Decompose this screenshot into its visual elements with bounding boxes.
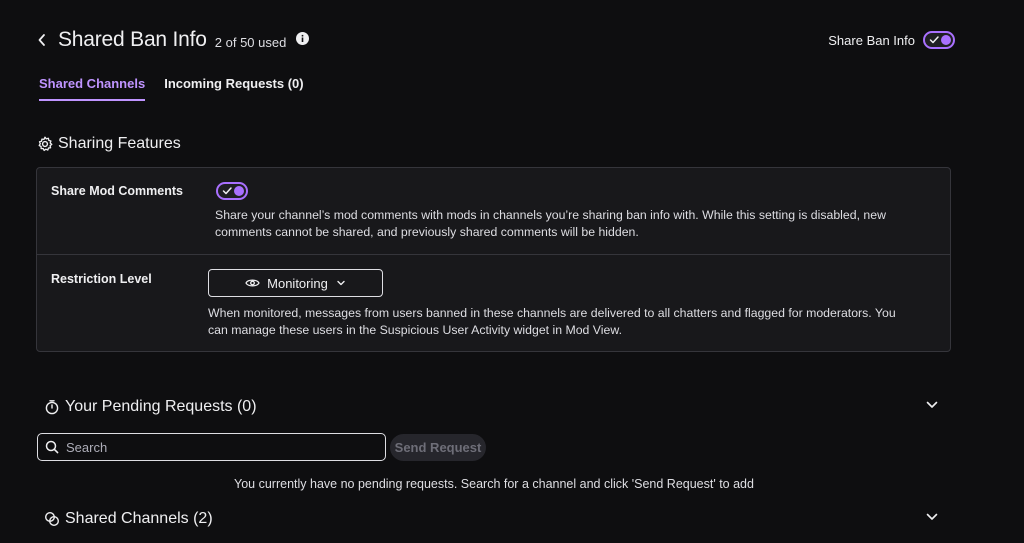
share-mod-comments-label: Share Mod Comments xyxy=(51,184,183,198)
toggle-knob xyxy=(234,186,244,196)
pending-requests-collapse-button[interactable] xyxy=(926,401,938,409)
usage-count: 2 of 50 used xyxy=(214,34,287,50)
share-mod-comments-toggle[interactable] xyxy=(216,182,248,200)
page-title: Shared Ban Info xyxy=(58,28,207,51)
shared-ban-info-page: Shared Ban Info 2 of 50 used Share Ban I… xyxy=(0,0,1024,543)
share-ban-info-label: Share Ban Info xyxy=(828,32,915,48)
restriction-level-dropdown[interactable]: Monitoring xyxy=(208,269,383,297)
share-mod-comments-row: Share Mod Comments Share your channel’s … xyxy=(37,168,950,255)
share-mod-comments-description: Share your channel’s mod comments with m… xyxy=(215,207,935,241)
link-icon xyxy=(44,511,60,527)
sharing-features-title: Sharing Features xyxy=(58,135,181,152)
send-request-button[interactable]: Send Request xyxy=(390,434,486,461)
info-icon[interactable] xyxy=(295,32,309,46)
search-icon xyxy=(45,440,59,454)
tab-incoming-requests[interactable]: Incoming Requests (0) xyxy=(164,76,303,100)
page-header: Shared Ban Info 2 of 50 used xyxy=(34,26,309,54)
search-input[interactable] xyxy=(66,439,366,455)
tab-shared-channels[interactable]: Shared Channels xyxy=(39,76,146,101)
chevron-left-icon xyxy=(38,34,45,46)
timer-icon xyxy=(44,399,60,415)
share-ban-info-toggle[interactable] xyxy=(923,31,955,49)
chevron-down-icon xyxy=(337,280,345,286)
description-line: When monitored, messages from users bann… xyxy=(208,306,896,320)
pending-requests-title: Your Pending Requests (0) xyxy=(65,398,257,415)
empty-pending-message: You currently have no pending requests. … xyxy=(234,477,754,491)
shared-channels-collapse-button[interactable] xyxy=(926,513,938,521)
description-line: comments cannot be shared, and previousl… xyxy=(215,225,639,239)
chevron-down-icon xyxy=(926,513,938,520)
tab-bar: Shared Channels Incoming Requests (0) xyxy=(39,76,323,101)
eye-icon xyxy=(245,279,260,287)
pending-requests-heading: Your Pending Requests (0) xyxy=(44,398,257,416)
restriction-level-description: When monitored, messages from users bann… xyxy=(208,305,943,339)
share-ban-info-control: Share Ban Info xyxy=(828,30,955,50)
check-icon xyxy=(222,187,232,195)
chevron-down-icon xyxy=(926,401,938,408)
sharing-features-card: Share Mod Comments Share your channel’s … xyxy=(36,167,951,352)
description-line: can manage these users in the Suspicious… xyxy=(208,323,622,337)
description-line: Share your channel’s mod comments with m… xyxy=(215,208,886,222)
shared-channels-title: Shared Channels (2) xyxy=(65,510,213,527)
back-button[interactable] xyxy=(34,28,50,52)
check-icon xyxy=(929,36,939,44)
search-field[interactable] xyxy=(37,433,386,461)
shared-channels-heading: Shared Channels (2) xyxy=(44,510,213,528)
restriction-level-value: Monitoring xyxy=(267,275,328,291)
restriction-level-label: Restriction Level xyxy=(51,272,152,286)
toggle-knob xyxy=(941,35,951,45)
sharing-features-heading: Sharing Features xyxy=(37,135,181,153)
gear-icon xyxy=(37,136,53,152)
restriction-level-row: Restriction Level Monitoring When monito… xyxy=(37,255,950,352)
